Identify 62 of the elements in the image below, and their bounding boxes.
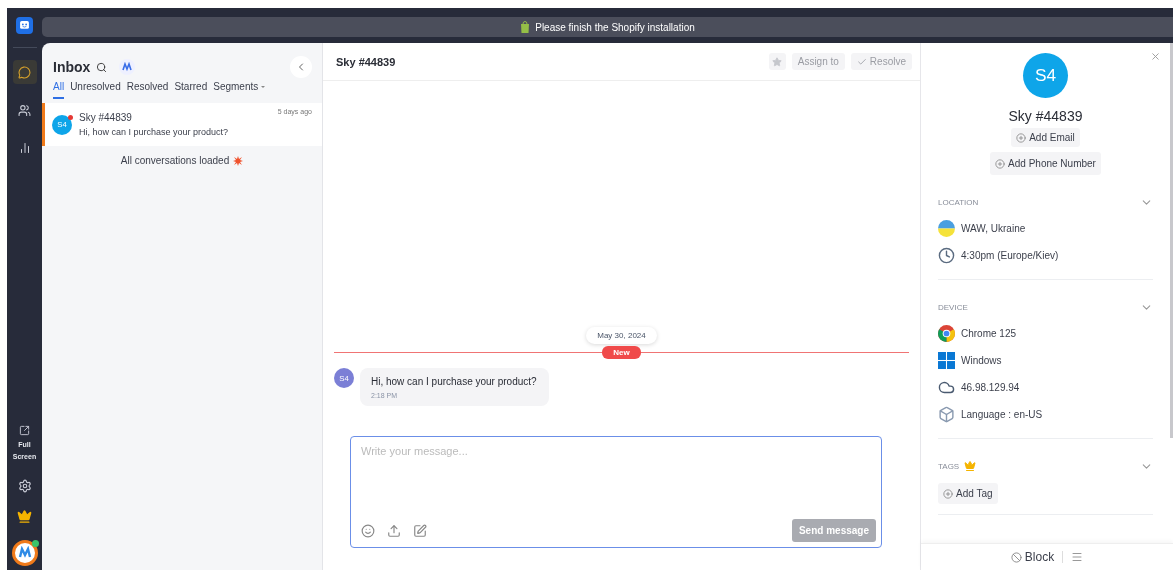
banner-text: Please finish the Shopify installation [535,21,695,33]
upload-icon[interactable] [387,523,401,538]
emoji-icon[interactable] [361,523,375,538]
edit-icon[interactable] [413,523,427,538]
inbox-title: Inbox [53,59,91,75]
inbox-tab[interactable]: Unresolved [70,81,121,99]
ai-assistant-icon[interactable] [119,59,136,75]
user-avatar[interactable] [11,540,38,566]
menu-icon[interactable] [1071,551,1084,563]
online-status-dot [31,540,39,547]
chrome-icon [938,325,955,342]
add-tag-button[interactable]: Add Tag [938,483,998,504]
contacts-icon [18,103,31,117]
close-icon[interactable] [1150,51,1161,62]
shopping-bag-icon [520,21,531,33]
flag-icon [938,220,955,237]
section-title: DEVICE [938,302,968,312]
collapse-button[interactable] [290,56,312,78]
contact-name: Sky #44839 [79,112,132,123]
detail-text: 46.98.129.94 [961,382,1020,393]
contact-name: Sky #44839 [1008,108,1083,124]
add-email-button[interactable]: Add Email [1011,128,1080,147]
inbox-tab[interactable]: Segments [213,81,267,99]
detail-text: Language : en-US [961,409,1043,420]
settings-icon[interactable] [17,479,32,493]
app-logo[interactable] [16,17,33,34]
logo [17,546,32,560]
add-phone-button[interactable]: Add Phone Number [990,152,1101,175]
chat-nav-button[interactable] [12,60,37,84]
inbox-tab[interactable]: Resolved [126,81,169,99]
detail-text: WAW, Ukraine [961,223,1026,234]
windows-icon [938,352,955,369]
detail-text: Chrome 125 [961,328,1017,339]
detail-text: 4:30pm (Europe/Kiev) [961,250,1059,261]
new-badge: New [602,346,641,359]
check-icon [856,56,867,67]
external-link-icon [19,425,30,436]
plus-icon [995,158,1006,169]
section-title: LOCATION [938,197,979,207]
plus-icon [943,488,953,499]
loaded-message: All conversations loaded [120,155,230,166]
search-icon[interactable] [96,61,108,73]
chat-icon [18,65,31,79]
crown-icon[interactable] [17,509,32,524]
cube-icon [938,406,955,423]
block-icon [1010,551,1022,563]
message-text: Hi, how can I purchase your product? [371,376,537,387]
inbox-tab[interactable]: Starred [174,81,208,99]
inbox-tab[interactable]: All [53,81,65,99]
chart-icon [18,142,31,154]
contact-avatar: S4 [1023,53,1068,98]
date-chip: May 30, 2024 [586,327,657,344]
chat-title: Sky #44839 [336,55,396,68]
burst-icon [233,155,244,166]
cloud-icon [938,379,955,396]
detail-text: Windows [961,355,1002,366]
clock-icon [938,247,955,264]
message-preview: Hi, how can I purchase your product? [79,127,230,137]
block-button[interactable]: Block [1010,550,1055,564]
plus-icon [1016,132,1027,143]
star-button[interactable] [768,53,786,70]
section-title: TAGS [938,461,960,471]
